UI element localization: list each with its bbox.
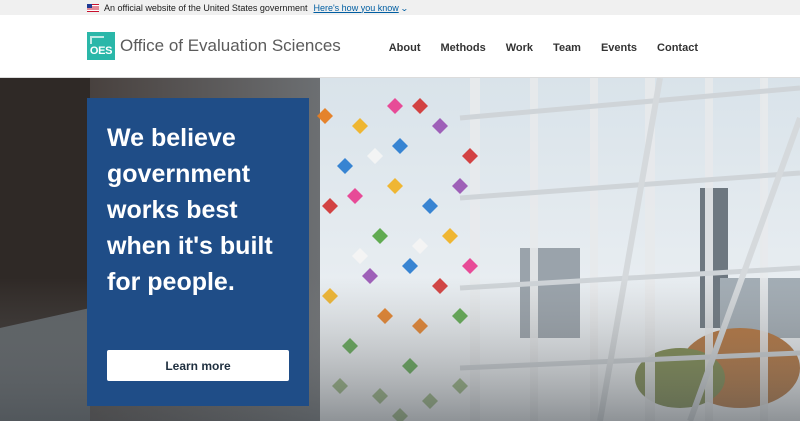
brand-name[interactable]: Office of Evaluation Sciences (120, 36, 341, 56)
learn-more-button[interactable]: Learn more (107, 350, 289, 381)
chevron-down-icon: ⌄ (399, 3, 409, 13)
nav-contact[interactable]: Contact (657, 42, 698, 54)
hero-section: We believe government works best when it… (0, 78, 800, 421)
heres-how-you-know-link[interactable]: Here's how you know⌄ (313, 3, 409, 13)
nav-work[interactable]: Work (506, 42, 533, 54)
nav-about[interactable]: About (389, 42, 421, 54)
hero-card: We believe government works best when it… (87, 98, 309, 406)
hero-headline: We believe government works best when it… (107, 124, 273, 296)
nav-events[interactable]: Events (601, 42, 637, 54)
gov-banner: An official website of the United States… (0, 0, 800, 15)
main-nav: About Methods Work Team Events Contact (389, 42, 698, 54)
us-flag-icon (87, 3, 99, 12)
nav-methods[interactable]: Methods (441, 42, 486, 54)
nav-team[interactable]: Team (553, 42, 581, 54)
oes-logo[interactable]: OES (87, 32, 115, 60)
gov-banner-text: An official website of the United States… (104, 2, 308, 13)
site-header: OES Office of Evaluation Sciences About … (0, 15, 800, 78)
